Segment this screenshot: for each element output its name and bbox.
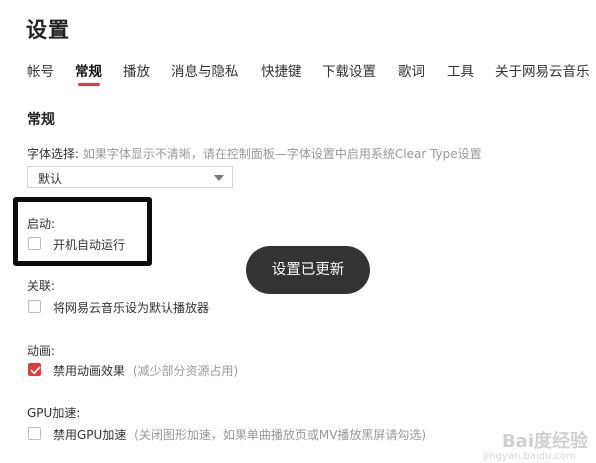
tab-download-settings[interactable]: 下载设置 <box>322 60 376 80</box>
tab-messages-privacy[interactable]: 消息与隐私 <box>171 60 239 80</box>
tab-account[interactable]: 帐号 <box>27 60 54 80</box>
section-title: 常规 <box>27 112 55 128</box>
chevron-down-icon <box>214 175 224 181</box>
page-title: 设置 <box>26 18 70 42</box>
animation-label: 动画: <box>27 344 56 358</box>
watermark-url: jingyan.baidu.com <box>483 451 576 462</box>
disable-gpu-option: 禁用GPU加速 (关闭图形加速，如果单曲播放页或MV播放黑屏请勾选) <box>53 426 426 443</box>
tab-general[interactable]: 常规 <box>75 60 102 80</box>
disable-animation-hint: (减少部分资源占用) <box>132 364 239 378</box>
annotation-highlight-box <box>13 197 152 266</box>
disable-animation-checkbox[interactable] <box>28 363 41 376</box>
disable-animation-option-label[interactable]: 禁用动画效果 <box>53 364 125 378</box>
settings-tabs: 帐号 常规 播放 消息与隐私 快捷键 下载设置 歌词 工具 关于网易云音乐 <box>0 60 596 90</box>
watermark-logo: Bai度经验 <box>501 431 588 452</box>
gpu-label: GPU加速: <box>27 406 81 420</box>
font-hint: 如果字体显示不清晰，请在控制面板—字体设置中启用系统Clear Type设置 <box>82 147 482 161</box>
tab-shortcuts[interactable]: 快捷键 <box>261 60 302 80</box>
disable-gpu-hint: (关闭图形加速，如果单曲播放页或MV播放黑屏请勾选) <box>134 428 427 442</box>
font-select[interactable]: 默认 <box>27 166 233 188</box>
tab-playback[interactable]: 播放 <box>123 60 150 80</box>
font-select-value: 默认 <box>38 172 63 186</box>
tab-lyrics[interactable]: 歌词 <box>398 60 425 80</box>
default-player-checkbox[interactable] <box>28 300 41 313</box>
tab-tools[interactable]: 工具 <box>447 60 474 80</box>
default-player-option-label[interactable]: 将网易云音乐设为默认播放器 <box>53 299 209 316</box>
association-label: 关联: <box>27 279 56 293</box>
font-setting: 字体选择: 如果字体显示不清晰，请在控制面板—字体设置中启用系统Clear Ty… <box>27 145 482 162</box>
tab-about[interactable]: 关于网易云音乐 <box>495 60 590 80</box>
settings-updated-toast: 设置已更新 <box>246 246 370 294</box>
disable-gpu-option-label[interactable]: 禁用GPU加速 <box>53 428 126 442</box>
disable-animation-option: 禁用动画效果 (减少部分资源占用) <box>53 362 238 379</box>
disable-gpu-checkbox[interactable] <box>28 427 41 440</box>
font-label: 字体选择: <box>27 147 80 161</box>
checkmark-icon <box>30 366 41 375</box>
active-tab-indicator <box>78 83 100 86</box>
